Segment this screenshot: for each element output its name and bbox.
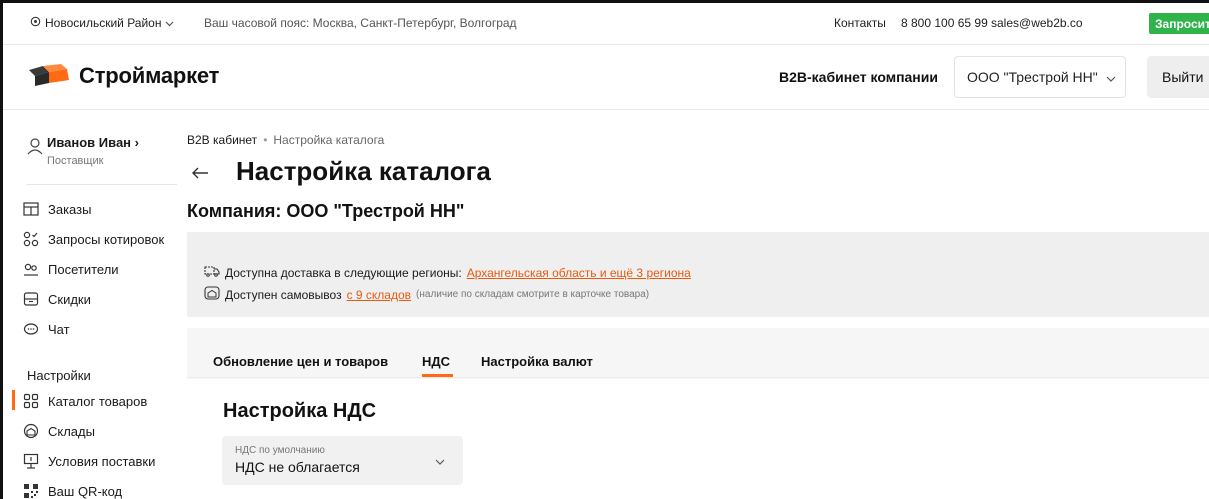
pickup-row: Доступен самовывоз с 9 складов (наличие … xyxy=(204,286,649,303)
active-item-indicator xyxy=(12,390,15,410)
catalog-icon xyxy=(23,393,39,409)
breadcrumb-current: Настройка каталога xyxy=(273,133,385,147)
tab-currency[interactable]: Настройка валют xyxy=(481,354,593,369)
nds-select-label: НДС по умолчанию xyxy=(235,445,325,456)
sidebar-item-orders[interactable]: Заказы xyxy=(23,198,91,220)
sidebar-item-quotes[interactable]: Запросы котировок xyxy=(23,228,164,250)
sidebar-item-discounts[interactable]: Скидки xyxy=(23,288,91,310)
nds-settings-card: Настройка НДС НДС по умолчанию НДС не об… xyxy=(187,379,1209,499)
site-header: Строймаркет B2B-кабинет компании ООО "Тр… xyxy=(3,44,1209,110)
delivery-terms-icon xyxy=(23,453,39,469)
sidebar-item-label: Заказы xyxy=(48,201,92,217)
timezone-text: Ваш часовой пояс: Москва, Санкт-Петербур… xyxy=(204,16,517,30)
b2b-cabinet-label: B2B-кабинет компании xyxy=(779,69,938,85)
tab-price-update[interactable]: Обновление цен и товаров xyxy=(213,354,388,369)
company-selector-value: ООО "Трестрой НН" xyxy=(967,69,1098,85)
nds-default-select[interactable]: НДС по умолчанию НДС не облагается xyxy=(222,436,463,485)
qr-code-icon xyxy=(23,483,39,499)
contacts-link[interactable]: Контакты xyxy=(834,16,886,30)
settings-tabs-area: Обновление цен и товаров НДС Настройка в… xyxy=(187,328,1209,499)
location-pin-icon xyxy=(30,16,41,30)
sidebar-item-visitors[interactable]: Посетители xyxy=(23,258,119,280)
logo[interactable]: Строймаркет xyxy=(27,63,219,89)
logo-mark-icon xyxy=(27,63,71,89)
pickup-text: Доступен самовывоз xyxy=(225,287,342,302)
user-name-text: Иванов Иван xyxy=(47,135,132,150)
sidebar-item-label: Склады xyxy=(48,423,95,439)
sidebar-item-catalog[interactable]: Каталог товаров xyxy=(23,390,147,412)
main-content: B2B кабинет • Настройка каталога Настрой… xyxy=(187,110,1209,499)
user-role: Поставщик xyxy=(47,155,104,167)
chevron-right-icon: › xyxy=(134,135,140,150)
delivery-regions-link[interactable]: Архангельская область и ещё 3 региона xyxy=(467,266,691,280)
phone-link[interactable]: 8 800 100 65 99 xyxy=(901,16,988,30)
tabs-bar: Обновление цен и товаров НДС Настройка в… xyxy=(187,328,1209,378)
sidebar-item-delivery-terms[interactable]: Условия поставки xyxy=(23,450,155,472)
delivery-regions-row: Доступна доставка в следующие регионы: А… xyxy=(204,265,691,280)
logo-text: Строймаркет xyxy=(79,63,220,88)
warehouse-icon xyxy=(23,423,39,439)
breadcrumb-root-link[interactable]: B2B кабинет xyxy=(187,133,257,147)
sidebar-item-chat[interactable]: Чат xyxy=(23,318,70,340)
delivery-info-panel: Доступна доставка в следующие регионы: А… xyxy=(187,232,1209,317)
nds-select-value: НДС не облагается xyxy=(235,459,360,475)
top-info-bar: Новосильский Район Ваш часовой пояс: Мос… xyxy=(3,3,1209,44)
sidebar-item-label: Посетители xyxy=(48,261,119,277)
sidebar-item-label: Скидки xyxy=(48,291,91,307)
user-icon xyxy=(27,137,43,158)
request-kp-button[interactable]: Запросить КП xyxy=(1149,13,1209,34)
quotes-icon xyxy=(23,231,39,247)
company-title: Компания: ООО "Трестрой НН" xyxy=(187,201,465,221)
visitors-icon xyxy=(23,261,39,277)
discounts-icon xyxy=(23,291,39,307)
sidebar-item-qr-code[interactable]: Ваш QR-код xyxy=(23,480,122,499)
breadcrumb: B2B кабинет • Настройка каталога xyxy=(187,133,384,147)
chevron-down-icon xyxy=(1106,69,1116,85)
pickup-note: (наличие по складам смотрите в карточке … xyxy=(416,289,650,300)
region-label: Новосильский Район xyxy=(45,16,162,30)
chevron-down-icon xyxy=(165,16,174,30)
settings-section-title: Настройки xyxy=(27,368,91,383)
pickup-warehouses-link[interactable]: с 9 складов xyxy=(347,288,411,302)
delivery-text: Доступна доставка в следующие регионы: xyxy=(225,265,462,280)
nds-section-title: Настройка НДС xyxy=(223,400,377,422)
logout-button[interactable]: Выйти xyxy=(1147,56,1209,98)
warehouse-icon xyxy=(204,286,220,303)
sidebar-divider xyxy=(27,184,177,185)
user-name: Иванов Иван › xyxy=(47,135,139,150)
sidebar-item-label: Запросы котировок xyxy=(48,231,165,247)
sidebar-item-label: Ваш QR-код xyxy=(48,483,123,499)
breadcrumb-separator: • xyxy=(263,133,268,147)
chevron-down-icon xyxy=(435,453,445,468)
truck-icon xyxy=(204,265,220,280)
active-tab-indicator xyxy=(422,374,453,377)
company-selector[interactable]: ООО "Трестрой НН" xyxy=(954,56,1126,98)
back-arrow-icon[interactable] xyxy=(191,160,209,186)
email-link[interactable]: sales@web2b.co xyxy=(991,16,1083,30)
tab-nds[interactable]: НДС xyxy=(422,354,450,369)
sidebar: Иванов Иван › Поставщик Заказы Запросы к… xyxy=(3,110,181,499)
page-title: Настройка каталога xyxy=(236,156,491,186)
orders-icon xyxy=(23,201,39,217)
sidebar-item-label: Каталог товаров xyxy=(48,393,148,409)
sidebar-item-warehouses[interactable]: Склады xyxy=(23,420,95,442)
sidebar-item-label: Условия поставки xyxy=(48,453,156,469)
region-selector[interactable]: Новосильский Район xyxy=(30,16,174,30)
chat-icon xyxy=(23,321,39,337)
sidebar-item-label: Чат xyxy=(48,321,70,337)
